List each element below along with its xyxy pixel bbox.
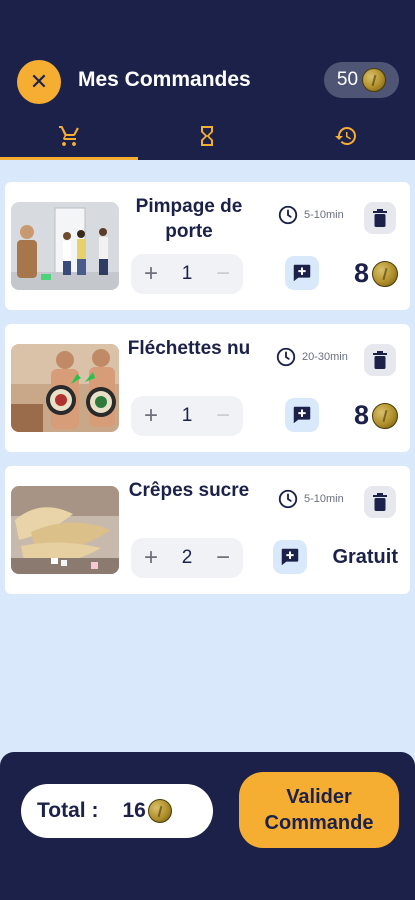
validate-order-button[interactable]: Valider Commande [239, 772, 399, 848]
add-note-button[interactable] [285, 398, 319, 432]
order-card: Fléchettes nu 20-30min + 1 − 8 [5, 324, 410, 452]
price-value: 8 [353, 400, 369, 430]
add-comment-icon [281, 548, 299, 566]
trash-icon [373, 209, 387, 227]
trash-icon [373, 493, 387, 511]
add-note-button[interactable] [273, 540, 307, 574]
app-header: ✕ Mes Commandes 50 [0, 0, 415, 160]
total-value: 16 [122, 799, 146, 822]
checkout-bar: Total : 16 Valider Commande [0, 752, 415, 900]
total-amount: 16 [122, 799, 172, 823]
prep-time-value: 5-10min [304, 209, 344, 221]
prep-time: 5-10min [277, 488, 344, 510]
quantity-stepper: + 1 − [131, 254, 243, 294]
prep-time: 20-30min [275, 346, 348, 368]
order-card: Crêpes sucre 5-10min + 2 − Gratuit [5, 466, 410, 594]
quantity-stepper: + 2 − [131, 538, 243, 578]
order-card: Pimpage de porte 5-10min + 1 − 8 [5, 182, 410, 310]
total-label: Total : [37, 799, 99, 822]
decrease-button[interactable]: − [216, 262, 230, 286]
delete-button[interactable] [364, 202, 396, 234]
order-price: 8 [354, 258, 398, 289]
quantity-value: 1 [181, 263, 193, 284]
coin-icon [372, 402, 398, 429]
order-name: Pimpage de porte [135, 196, 243, 242]
order-image [11, 202, 119, 290]
history-icon [334, 127, 356, 145]
coin-icon [372, 260, 398, 287]
coin-balance: 50 [324, 62, 399, 98]
page-title: Mes Commandes [78, 68, 251, 91]
close-icon: ✕ [29, 69, 49, 94]
order-name: Crêpes sucre [128, 480, 250, 501]
prep-time: 5-10min [277, 204, 344, 226]
coin-icon [362, 68, 387, 92]
order-name: Fléchettes nu [127, 338, 251, 359]
coin-icon [147, 799, 172, 823]
trash-icon [373, 351, 387, 369]
order-total: Total : 16 [21, 784, 213, 838]
add-note-button[interactable] [285, 256, 319, 290]
decrease-button[interactable]: − [216, 546, 230, 570]
tab-pending[interactable] [138, 112, 276, 160]
price-value: 8 [353, 258, 369, 288]
quantity-value: 2 [181, 547, 193, 568]
quantity-value: 1 [181, 405, 193, 426]
delete-button[interactable] [364, 486, 396, 518]
order-image [11, 486, 119, 574]
clock-icon [276, 347, 296, 367]
increase-button[interactable]: + [144, 404, 158, 428]
tab-history[interactable] [277, 112, 415, 160]
increase-button[interactable]: + [144, 262, 158, 286]
order-image [11, 344, 119, 432]
order-tabs [0, 112, 415, 160]
close-button[interactable]: ✕ [17, 60, 61, 104]
add-comment-icon [293, 264, 311, 282]
prep-time-value: 20-30min [302, 351, 348, 363]
add-comment-icon [293, 406, 311, 424]
hourglass-icon [201, 126, 214, 146]
decrease-button[interactable]: − [216, 404, 230, 428]
order-price: Gratuit [332, 546, 398, 568]
cart-icon [59, 126, 80, 146]
quantity-stepper: + 1 − [131, 396, 243, 436]
delete-button[interactable] [364, 344, 396, 376]
clock-icon [278, 489, 298, 509]
balance-value: 50 [336, 69, 359, 90]
clock-icon [278, 205, 298, 225]
prep-time-value: 5-10min [304, 493, 344, 505]
order-price: 8 [354, 400, 398, 431]
increase-button[interactable]: + [144, 546, 158, 570]
tab-cart[interactable] [0, 112, 139, 160]
